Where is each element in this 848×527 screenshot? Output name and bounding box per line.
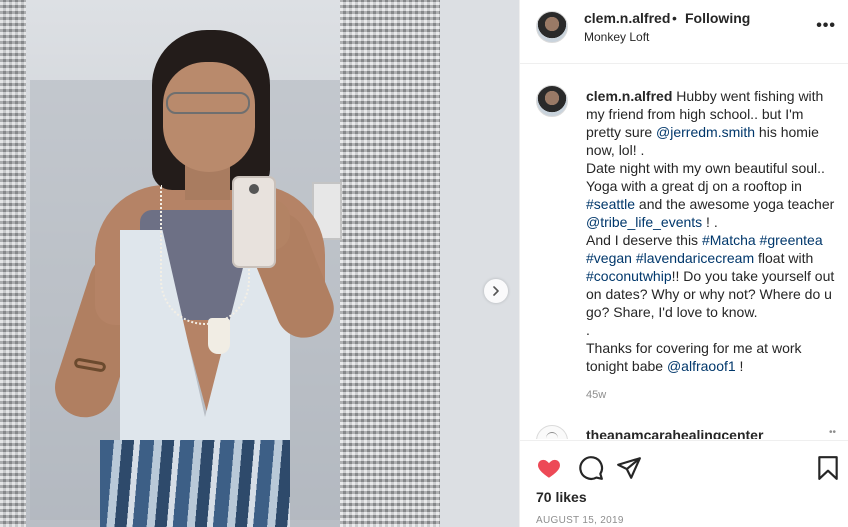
commenter-username[interactable]: theanamcarahealingcenter [586,427,763,439]
author-username[interactable]: clem.n.alfred [584,10,670,26]
mention-link[interactable]: @jerredm.smith [656,124,755,140]
like-button[interactable] [536,455,562,481]
necklace-tassel [208,318,230,354]
comment-icon [579,456,604,480]
hashtag-link[interactable]: #greentea [760,232,823,248]
commenter-avatar[interactable] [536,425,568,439]
caption-text: and the awesome yoga teacher [635,196,835,212]
person-glasses [166,92,250,114]
caption-text: Date night with my own beautiful soul.. … [586,160,825,194]
person-figure [0,0,519,527]
comment-item: theanamcarahealingcenter •• [536,425,836,439]
bookmark-icon [818,456,838,480]
person-phone [232,176,276,268]
post-location[interactable]: Monkey Loft [584,30,649,44]
comments-area[interactable]: clem.n.alfred Hubby went fishing with my… [520,65,848,439]
share-icon [617,457,641,479]
hashtag-link[interactable]: #vegan [586,250,632,266]
author-avatar[interactable] [536,11,568,43]
following-button[interactable]: Following [685,10,750,26]
mention-link[interactable]: @alfraoof1 [667,358,736,374]
caption-author-avatar[interactable] [536,85,568,117]
likes-count[interactable]: 70 likes [536,489,587,505]
caption-text: float with [754,250,814,266]
post-sidebar: clem.n.alfred • Following Monkey Loft ••… [519,0,848,527]
hashtag-link[interactable]: #coconutwhip [586,268,672,284]
save-button[interactable] [815,455,841,481]
comment-options-icon[interactable]: •• [829,427,836,438]
caption-username[interactable]: clem.n.alfred [586,88,672,104]
next-image-button[interactable] [484,279,508,303]
post-timestamp[interactable]: 45w [586,389,606,401]
caption-text: ! [735,358,744,374]
comment-button[interactable] [578,455,604,481]
post-actions: 70 likes AUGUST 15, 2019 [520,440,848,527]
hashtag-link[interactable]: #lavendaricecream [636,250,754,266]
caption-text: And I deserve this [586,232,702,248]
caption-text: ! . [702,214,718,230]
caption-text: . [586,322,590,338]
hashtag-link[interactable]: #Matcha [702,232,756,248]
person-face [163,62,255,172]
post-date: AUGUST 15, 2019 [536,515,624,526]
post-header: clem.n.alfred • Following Monkey Loft ••… [520,0,848,64]
person-skirt [100,440,290,527]
chevron-right-icon [493,286,499,296]
post-photo[interactable] [0,0,519,527]
hashtag-link[interactable]: #seattle [586,196,635,212]
mention-link[interactable]: @tribe_life_events [586,214,702,230]
separator-dot: • [672,10,677,26]
share-button[interactable] [616,455,642,481]
post-caption: clem.n.alfred Hubby went fishing with my… [586,87,836,375]
more-options-icon[interactable]: ••• [816,17,836,35]
phone-camera [249,184,259,194]
heart-icon [538,459,560,478]
